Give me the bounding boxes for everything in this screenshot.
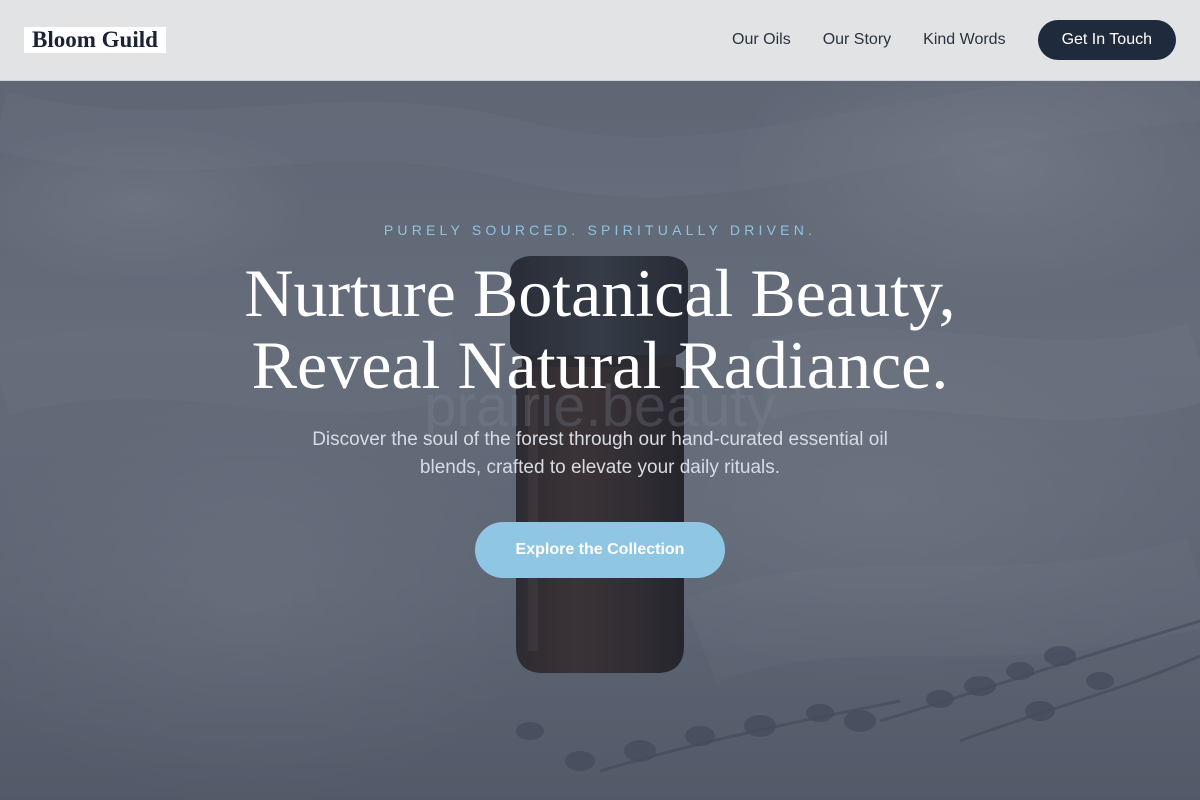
- hero-subtext-line-2: blends, crafted to elevate your daily ri…: [419, 457, 781, 478]
- nav-link-kind-words[interactable]: Kind Words: [923, 31, 1005, 49]
- nav-link-our-oils[interactable]: Our Oils: [732, 31, 791, 49]
- hero-headline-line-2: Reveal Natural Radiance.: [251, 327, 949, 403]
- nav-link-our-story[interactable]: Our Story: [823, 31, 891, 49]
- explore-collection-button[interactable]: Explore the Collection: [475, 522, 725, 578]
- hero-headline: Nurture Botanical Beauty, Reveal Natural…: [0, 257, 1200, 401]
- main-nav: Our Oils Our Story Kind Words Get In Tou…: [732, 20, 1176, 60]
- site-header: Bloom Guild Our Oils Our Story Kind Word…: [0, 0, 1200, 81]
- hero-headline-line-1: Nurture Botanical Beauty,: [244, 255, 956, 331]
- hero-subtext: Discover the soul of the forest through …: [250, 426, 950, 482]
- hero-eyebrow: PURELY SOURCED. SPIRITUALLY DRIVEN.: [383, 222, 817, 238]
- get-in-touch-button[interactable]: Get In Touch: [1037, 20, 1176, 60]
- logo[interactable]: Bloom Guild: [24, 27, 166, 53]
- hero-subtext-line-1: Discover the soul of the forest through …: [312, 429, 888, 450]
- hero-section: prairie.beauty PURELY SOURCED. SPIRITUAL…: [0, 81, 1200, 800]
